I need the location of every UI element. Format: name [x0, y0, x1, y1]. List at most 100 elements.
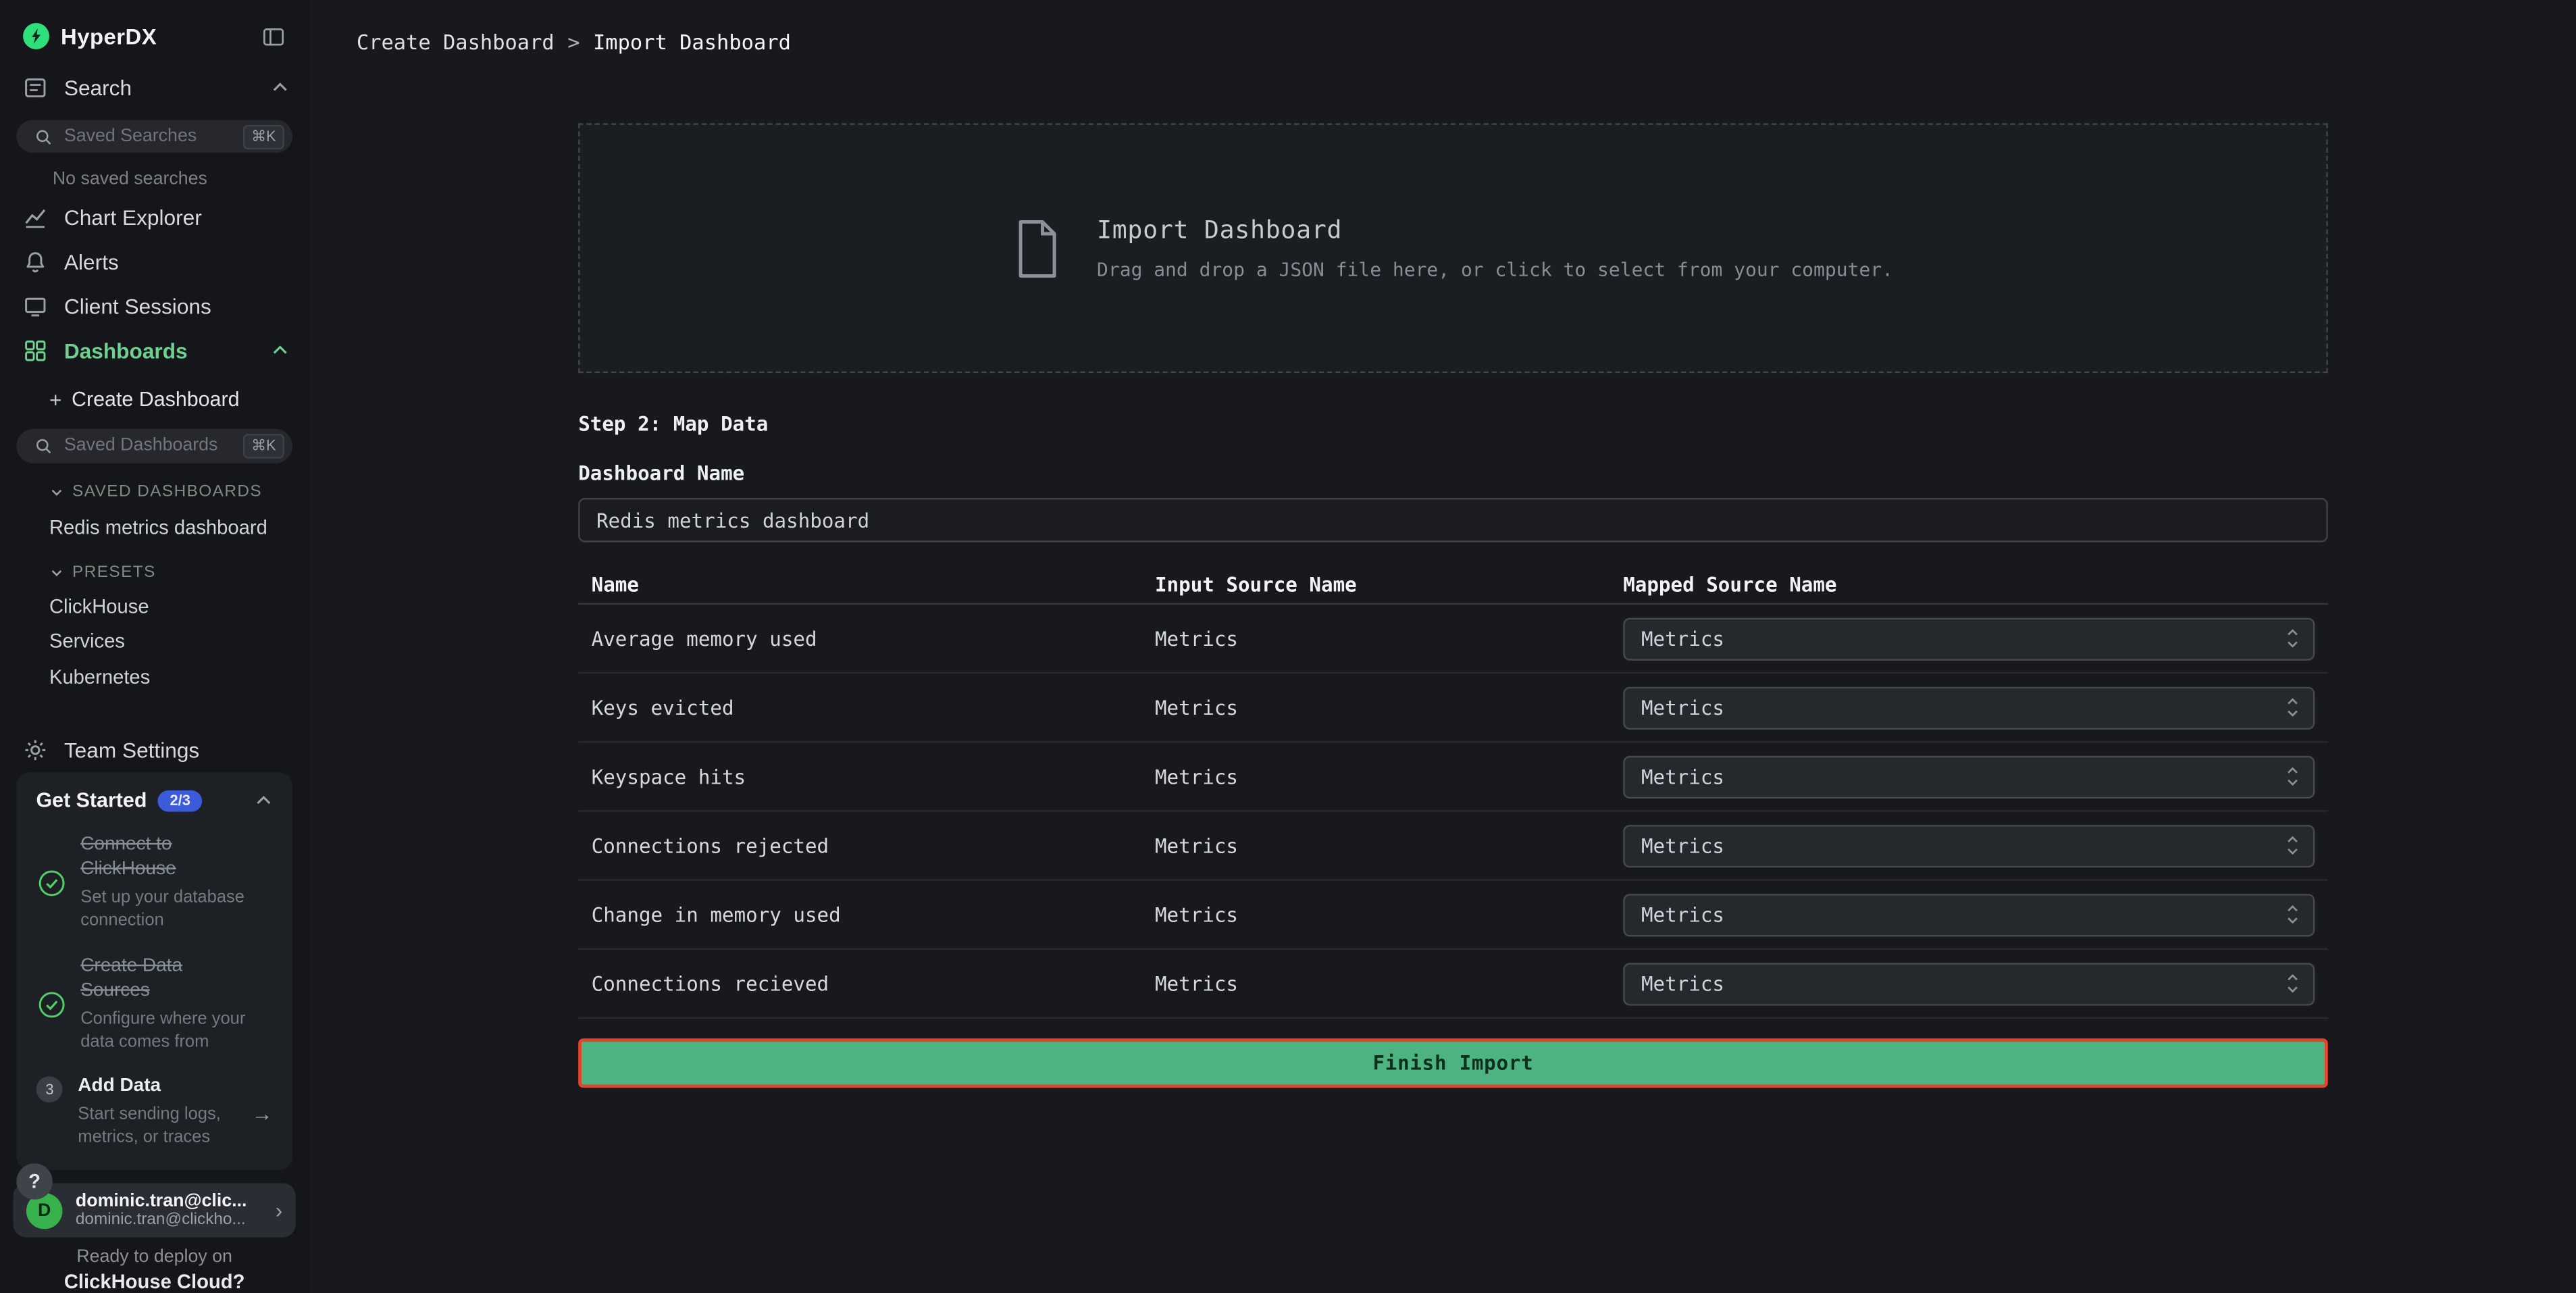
- step-label: Step 2: Map Data: [578, 413, 2328, 436]
- app-window: HyperDX Search Saved Searches ⌘K No save…: [0, 0, 2576, 1293]
- chevron-down-icon: [49, 486, 64, 501]
- saved-dashboards-section-label: SAVED DASHBOARDS: [72, 484, 262, 502]
- breadcrumb-current: Import Dashboard: [593, 29, 791, 53]
- sidebar-item-dashboards[interactable]: Dashboards: [0, 329, 309, 373]
- check-circle-icon: [36, 955, 66, 1054]
- preset-item-clickhouse[interactable]: ClickHouse: [0, 591, 309, 622]
- row-name: Connections rejected: [578, 834, 1155, 857]
- finish-import-button[interactable]: Finish Import: [578, 1038, 2328, 1088]
- saved-dashboards-section-toggle[interactable]: SAVED DASHBOARDS: [0, 479, 309, 507]
- row-input-source: Metrics: [1155, 696, 1623, 719]
- mapped-source-value: Metrics: [1641, 834, 1724, 857]
- chevron-updown-icon: [2285, 833, 2300, 857]
- mapped-source-select[interactable]: Metrics: [1623, 962, 2315, 1005]
- mapping-table: Name Input Source Name Mapped Source Nam…: [578, 567, 2328, 1019]
- create-dashboard-button[interactable]: + Create Dashboard: [0, 380, 309, 420]
- search-section-icon: [23, 76, 47, 100]
- get-started-item-title: Connect to ClickHouse: [80, 834, 255, 883]
- search-icon: [34, 437, 53, 455]
- arrow-right-icon: →: [251, 1100, 273, 1125]
- chevron-updown-icon: [2285, 971, 2300, 996]
- table-row: Connections rejected Metrics Metrics: [578, 812, 2328, 881]
- sidebar-item-team-settings[interactable]: Team Settings: [0, 728, 309, 772]
- topbar: Create Dashboard > Import Dashboard: [309, 0, 2576, 82]
- mapped-source-value: Metrics: [1641, 627, 1724, 650]
- logo-row: HyperDX: [0, 0, 309, 66]
- user-texts: dominic.tran@clic... dominic.tran@clickh…: [76, 1192, 262, 1229]
- breadcrumb-separator: >: [567, 29, 579, 53]
- get-started-header[interactable]: Get Started 2/3: [36, 789, 273, 812]
- sidebar: HyperDX Search Saved Searches ⌘K No save…: [0, 0, 309, 1293]
- presets-section-toggle[interactable]: PRESETS: [0, 559, 309, 586]
- row-name: Connections recieved: [578, 972, 1155, 995]
- sidebar-item-search[interactable]: Search: [0, 66, 309, 109]
- table-row: Keyspace hits Metrics Metrics: [578, 742, 2328, 811]
- row-input-source: Metrics: [1155, 765, 1623, 788]
- dashboard-name-label: Dashboard Name: [578, 462, 2328, 485]
- breadcrumb-parent[interactable]: Create Dashboard: [357, 29, 555, 53]
- mapped-source-select[interactable]: Metrics: [1623, 755, 2315, 798]
- user-menu[interactable]: D dominic.tran@clic... dominic.tran@clic…: [13, 1183, 295, 1237]
- chart-icon: [23, 206, 47, 230]
- chevron-up-icon: [271, 342, 289, 360]
- get-started-item-title: Add Data: [78, 1075, 236, 1100]
- saved-searches-input[interactable]: Saved Searches ⌘K: [16, 120, 292, 153]
- sidebar-item-chart-explorer[interactable]: Chart Explorer: [0, 196, 309, 240]
- collapse-sidebar-icon[interactable]: [261, 24, 286, 48]
- mapped-source-select[interactable]: Metrics: [1623, 686, 2315, 729]
- mapped-source-value: Metrics: [1641, 903, 1724, 926]
- monitor-icon: [23, 295, 47, 319]
- breadcrumb: Create Dashboard > Import Dashboard: [357, 29, 791, 53]
- step-number-circle: 3: [36, 1075, 63, 1150]
- dashboards-grid-icon: [23, 338, 47, 363]
- help-button[interactable]: ?: [16, 1163, 53, 1200]
- main-area: Create Dashboard > Import Dashboard Impo…: [309, 0, 2576, 1293]
- mapped-source-value: Metrics: [1641, 972, 1724, 995]
- app-title: HyperDX: [61, 24, 157, 48]
- sidebar-item-alerts[interactable]: Alerts: [0, 240, 309, 284]
- mapped-source-select[interactable]: Metrics: [1623, 893, 2315, 936]
- saved-searches-placeholder: Saved Searches: [64, 127, 232, 147]
- saved-dashboards-input[interactable]: Saved Dashboards ⌘K: [16, 429, 292, 463]
- create-dashboard-label: Create Dashboard: [72, 388, 239, 411]
- chevron-updown-icon: [2285, 626, 2300, 651]
- table-row: Connections recieved Metrics Metrics: [578, 950, 2328, 1019]
- saved-dashboard-item[interactable]: Redis metrics dashboard: [0, 511, 309, 542]
- table-row: Average memory used Metrics Metrics: [578, 605, 2328, 674]
- plus-icon: +: [49, 387, 61, 411]
- mapped-source-select[interactable]: Metrics: [1623, 617, 2315, 659]
- json-file-dropzone[interactable]: Import Dashboard Drag and drop a JSON fi…: [578, 123, 2328, 373]
- column-header-mapped-source: Mapped Source Name: [1623, 574, 2327, 597]
- chevron-updown-icon: [2285, 695, 2300, 719]
- gear-icon: [23, 738, 47, 763]
- dropzone-texts: Import Dashboard Drag and drop a JSON fi…: [1097, 216, 1893, 281]
- get-started-item-connect[interactable]: Connect to ClickHouse Set up your databa…: [36, 834, 273, 933]
- row-name: Change in memory used: [578, 903, 1155, 926]
- chevron-up-icon: [255, 792, 273, 810]
- preset-item-services[interactable]: Services: [0, 626, 309, 657]
- check-circle-icon: [36, 834, 66, 933]
- deploy-banner-line1: Ready to deploy on: [0, 1247, 309, 1267]
- row-name: Average memory used: [578, 627, 1155, 650]
- chevron-updown-icon: [2285, 764, 2300, 788]
- import-dashboard-content: Import Dashboard Drag and drop a JSON fi…: [578, 123, 2328, 1088]
- column-header-name: Name: [578, 574, 1155, 597]
- sidebar-item-client-sessions[interactable]: Client Sessions: [0, 284, 309, 328]
- row-input-source: Metrics: [1155, 972, 1623, 995]
- mapped-source-value: Metrics: [1641, 765, 1724, 788]
- bell-icon: [23, 250, 47, 274]
- get-started-item-title: Create Data Sources: [80, 955, 255, 1004]
- deploy-banner[interactable]: Ready to deploy on ClickHouse Cloud?: [0, 1247, 309, 1293]
- dashboard-name-input[interactable]: [578, 498, 2328, 542]
- row-input-source: Metrics: [1155, 903, 1623, 926]
- get-started-item-add-data[interactable]: 3 Add Data Start sending logs, metrics, …: [36, 1075, 273, 1150]
- get-started-item-subtitle: Set up your database connection: [80, 888, 255, 933]
- user-email: dominic.tran@clickho...: [76, 1211, 262, 1229]
- dropzone-subtitle: Drag and drop a JSON file here, or click…: [1097, 258, 1893, 281]
- get-started-item-sources[interactable]: Create Data Sources Configure where your…: [36, 955, 273, 1054]
- sidebar-item-label: Search: [64, 76, 132, 100]
- preset-item-kubernetes[interactable]: Kubernetes: [0, 661, 309, 692]
- dropzone-title: Import Dashboard: [1097, 216, 1893, 245]
- sidebar-item-label: Chart Explorer: [64, 206, 202, 230]
- mapped-source-select[interactable]: Metrics: [1623, 824, 2315, 867]
